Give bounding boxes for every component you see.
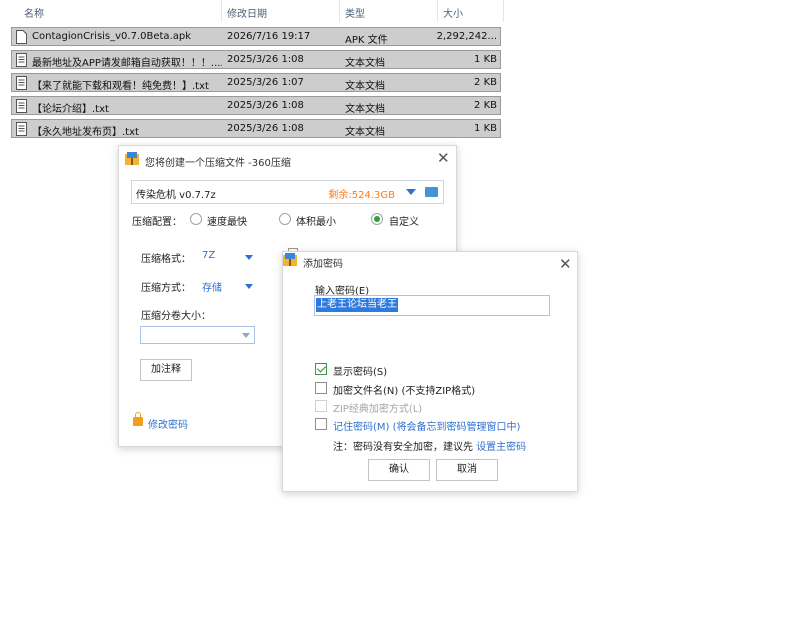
file-type: 文本文档 xyxy=(345,127,385,138)
column-divider[interactable] xyxy=(339,0,340,22)
file-row[interactable]: 【论坛介绍】.txt 2025/3/26 1:08 文本文档 2 KB xyxy=(11,96,501,115)
encrypt-filenames-label[interactable]: 加密文件名(N) (不支持ZIP格式) xyxy=(333,382,475,397)
lock-icon xyxy=(133,412,143,426)
file-size: 2 KB xyxy=(474,100,497,111)
radio-fastest[interactable] xyxy=(190,213,202,225)
file-row[interactable]: 【来了就能下载和观看！纯免费！】.txt 2025/3/26 1:07 文本文档… xyxy=(11,73,501,92)
file-date: 2025/3/26 1:07 xyxy=(227,77,304,88)
file-date: 2025/3/26 1:08 xyxy=(227,100,304,111)
change-password-link[interactable]: 修改密码 xyxy=(148,416,188,431)
chevron-down-icon[interactable] xyxy=(245,284,253,289)
chevron-down-icon[interactable] xyxy=(242,333,250,338)
file-name: 【论坛介绍】.txt xyxy=(32,104,109,115)
free-space: 剩余:524.3GB xyxy=(328,190,395,201)
file-date: 2025/3/26 1:08 xyxy=(227,54,304,65)
column-name[interactable]: 名称 xyxy=(24,5,44,20)
chevron-down-icon[interactable] xyxy=(245,255,253,260)
volume-size-select[interactable] xyxy=(140,326,255,344)
output-filename: 传染危机 v0.7.7z xyxy=(136,190,216,201)
file-row[interactable]: ContagionCrisis_v0.7.0Beta.apk 2026/7/16… xyxy=(11,27,501,46)
volume-size-label: 压缩分卷大小： xyxy=(141,311,211,322)
file-row[interactable]: 最新地址及APP请发邮箱自动获取！！！.... 2025/3/26 1:08 文… xyxy=(11,50,501,69)
method-label: 压缩方式： xyxy=(141,283,191,294)
remember-password-label[interactable]: 记住密码(M) (将会备忘到密码管理窗口中) xyxy=(333,418,520,433)
file-size: 1 KB xyxy=(474,123,497,134)
file-type: 文本文档 xyxy=(345,81,385,92)
column-date[interactable]: 修改日期 xyxy=(227,5,267,20)
close-icon[interactable]: ✕ xyxy=(437,151,450,166)
remember-password-checkbox[interactable] xyxy=(315,418,327,430)
option-smallest-label[interactable]: 体积最小 xyxy=(296,213,336,228)
file-date: 2025/3/26 1:08 xyxy=(227,123,304,134)
zip-classic-label: ZIP经典加密方式(L) xyxy=(333,404,423,415)
security-note-text: 注：密码没有安全加密，建议先 xyxy=(333,442,477,453)
cancel-button[interactable]: 取消 xyxy=(436,459,498,481)
option-custom-label[interactable]: 自定义 xyxy=(389,213,419,228)
file-type: 文本文档 xyxy=(345,58,385,69)
file-icon xyxy=(16,30,27,44)
text-file-icon xyxy=(16,53,27,67)
archive-app-icon xyxy=(125,152,139,165)
encrypt-filenames-checkbox[interactable] xyxy=(315,382,327,394)
set-master-password-link[interactable]: 设置主密码 xyxy=(476,442,526,453)
radio-smallest[interactable] xyxy=(279,213,291,225)
option-fastest-label[interactable]: 速度最快 xyxy=(207,213,247,228)
file-type: 文本文档 xyxy=(345,104,385,115)
add-password-dialog: 添加密码 ✕ 输入密码(E) 上老王论坛当老王 显示密码(S) 加密文件名(N)… xyxy=(282,251,578,492)
file-size: 2 KB xyxy=(474,77,497,88)
text-file-icon xyxy=(16,76,27,90)
folder-icon[interactable] xyxy=(425,187,438,197)
config-label: 压缩配置： xyxy=(132,217,182,228)
format-select[interactable]: 7Z xyxy=(202,250,215,261)
file-date: 2026/7/16 19:17 xyxy=(227,31,311,42)
file-size: 1 KB xyxy=(474,54,497,65)
show-password-checkbox[interactable] xyxy=(315,363,327,375)
column-divider[interactable] xyxy=(503,0,504,22)
ok-button[interactable]: 确认 xyxy=(368,459,430,481)
file-name: 【永久地址发布页】.txt xyxy=(32,127,139,138)
text-file-icon xyxy=(16,122,27,136)
zip-classic-checkbox xyxy=(315,400,327,412)
dialog-title: 添加密码 xyxy=(303,259,343,270)
output-filename-field[interactable]: 传染危机 v0.7.7z 剩余:524.3GB xyxy=(131,180,444,204)
sort-caret-icon: ^ xyxy=(278,0,286,7)
archive-app-icon xyxy=(283,253,297,266)
close-icon[interactable]: ✕ xyxy=(559,257,572,272)
add-comment-button[interactable]: 加注释 xyxy=(140,359,192,381)
file-size: 2,292,242... xyxy=(436,31,497,42)
radio-custom[interactable] xyxy=(371,213,383,225)
file-type: APK 文件 xyxy=(345,35,388,46)
dialog-title: 您将创建一个压缩文件 -360压缩 xyxy=(145,158,291,169)
format-label: 压缩格式： xyxy=(141,254,191,265)
column-divider[interactable] xyxy=(221,0,222,22)
file-name: 最新地址及APP请发邮箱自动获取！！！.... xyxy=(32,58,222,69)
security-note: 注：密码没有安全加密，建议先 设置主密码 xyxy=(333,438,526,453)
file-row[interactable]: 【永久地址发布页】.txt 2025/3/26 1:08 文本文档 1 KB xyxy=(11,119,501,138)
file-name: 【来了就能下载和观看！纯免费！】.txt xyxy=(32,81,209,92)
file-list-header: ^ 名称 修改日期 类型 大小 xyxy=(0,0,505,24)
column-type[interactable]: 类型 xyxy=(345,5,365,20)
chevron-down-icon[interactable] xyxy=(406,189,416,195)
column-size[interactable]: 大小 xyxy=(443,5,463,20)
password-value: 上老王论坛当老王 xyxy=(316,298,398,312)
text-file-icon xyxy=(16,99,27,113)
column-divider[interactable] xyxy=(437,0,438,22)
password-input[interactable]: 上老王论坛当老王 xyxy=(314,295,550,316)
file-name: ContagionCrisis_v0.7.0Beta.apk xyxy=(32,31,192,42)
method-select[interactable]: 存储 xyxy=(202,279,222,294)
show-password-label[interactable]: 显示密码(S) xyxy=(333,363,387,378)
